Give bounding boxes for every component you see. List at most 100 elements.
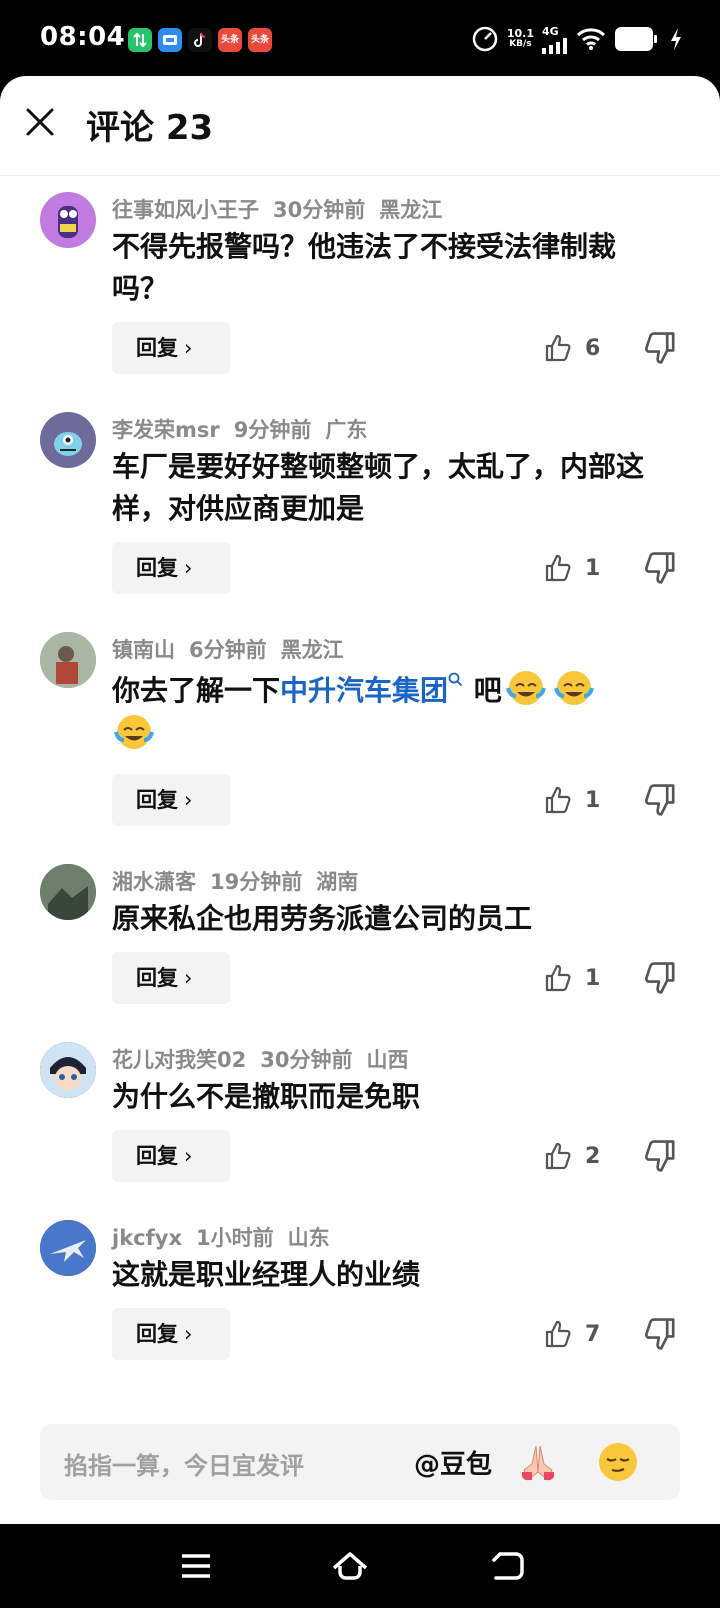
chevron-right-icon: › — [184, 336, 193, 360]
avatar[interactable] — [40, 192, 96, 248]
comment-location: 黑龙江 — [280, 638, 344, 662]
like-count: 2 — [585, 1143, 601, 1169]
thumbs-down-icon[interactable] — [642, 960, 678, 996]
like-count: 1 — [585, 787, 601, 813]
like-count: 1 — [585, 965, 601, 991]
avatar[interactable] — [40, 1220, 96, 1276]
avatar[interactable] — [40, 864, 96, 920]
avatar[interactable] — [40, 632, 96, 688]
comment-input[interactable]: 掐指一算，今日宜发评 @豆包 — [40, 1424, 680, 1500]
like-button[interactable]: 6 — [543, 322, 600, 374]
page-title: 评论 23 — [86, 108, 214, 148]
thumbs-down-icon[interactable] — [642, 1138, 678, 1174]
chevron-right-icon: › — [184, 1322, 193, 1346]
comment-text: 车厂是要好好整顿整顿了，太乱了，内部这样，对供应商更加是 — [112, 450, 645, 525]
comment-meta: 花儿对我笑02 30分钟前 山西 — [112, 1044, 422, 1074]
sheet-header: 评论 23 — [0, 76, 720, 176]
net-speed: 10.1 KB/s — [507, 28, 534, 50]
comment-location: 山东 — [287, 1226, 330, 1250]
thumbs-down-icon[interactable] — [642, 782, 678, 818]
comment-username[interactable]: jkcfyx — [112, 1226, 182, 1250]
reply-label: 回复 — [136, 1322, 178, 1346]
network-type: 4G — [542, 24, 559, 38]
back-icon[interactable] — [488, 1546, 528, 1586]
like-count: 7 — [585, 1321, 601, 1347]
comment-username[interactable]: 湘水潇客 — [112, 870, 196, 894]
comment-text: 这就是职业经理人的业绩 — [112, 1258, 421, 1291]
praying-hands-emoji-icon[interactable] — [516, 1440, 560, 1484]
comment-time: 30分钟前 — [273, 198, 366, 222]
status-indicators: 10.1 KB/s 4G — [471, 24, 682, 54]
comment-time: 1小时前 — [195, 1226, 274, 1250]
comment-username[interactable]: 花儿对我笑02 — [112, 1048, 246, 1072]
thumbs-up-icon — [545, 334, 571, 362]
thumbs-up-icon — [545, 1142, 571, 1170]
thumbs-up-icon — [545, 1320, 571, 1348]
comment-location: 山西 — [366, 1048, 409, 1072]
chevron-right-icon: › — [184, 788, 193, 812]
comment-meta: 镇南山 6分钟前 黑龙江 — [112, 634, 358, 664]
thumbs-down-icon[interactable] — [642, 550, 678, 586]
toutiao-icon: 头条 — [218, 28, 242, 52]
comment-text-after: 吧 — [464, 674, 502, 707]
reply-button[interactable]: 回复 › — [112, 1130, 230, 1182]
comment-text-before: 你去了解一下 — [112, 674, 281, 707]
like-button[interactable]: 1 — [543, 774, 600, 826]
comment-location: 湖南 — [316, 870, 359, 894]
like-button[interactable]: 1 — [543, 952, 600, 1004]
laugh-cry-emoji-icon — [553, 671, 594, 705]
comment-username[interactable]: 李发荣msr — [112, 418, 220, 442]
thumbs-up-icon — [545, 964, 571, 992]
chevron-right-icon: › — [184, 1144, 193, 1168]
laugh-cry-emoji-icon — [505, 671, 546, 705]
reply-label: 回复 — [136, 336, 178, 360]
comment-text: 原来私企也用劳务派遣公司的员工 — [112, 902, 533, 935]
menu-icon[interactable] — [176, 1546, 216, 1586]
thumbs-down-icon[interactable] — [642, 1316, 678, 1352]
comment-username[interactable]: 镇南山 — [112, 638, 175, 662]
comment-time: 30分钟前 — [260, 1048, 353, 1072]
like-count: 6 — [585, 335, 601, 361]
reply-button[interactable]: 回复 › — [112, 322, 230, 374]
reply-button[interactable]: 回复 › — [112, 1308, 230, 1360]
battery-icon — [615, 27, 657, 51]
comment-time: 6分钟前 — [189, 638, 267, 662]
signal-bars-icon — [542, 37, 567, 54]
toutiao-icon: 头条 — [248, 28, 272, 52]
reply-label: 回复 — [136, 1144, 178, 1168]
reply-label: 回复 — [136, 966, 178, 990]
reply-button[interactable]: 回复 › — [112, 952, 230, 1004]
notification-icons: 头条 头条 — [128, 28, 272, 52]
comment-username[interactable]: 往事如风小王子 — [112, 198, 259, 222]
like-count: 1 — [585, 555, 601, 581]
status-bar: 08:04 头条 头条 10.1 KB/s 4G — [0, 0, 720, 76]
like-button[interactable]: 2 — [543, 1130, 600, 1182]
close-icon[interactable] — [20, 102, 60, 142]
net-speed-value: 10.1 — [506, 27, 534, 40]
tiktok-icon — [188, 28, 212, 52]
comment-location: 广东 — [325, 418, 368, 442]
thumbs-up-icon — [545, 554, 571, 582]
like-button[interactable]: 1 — [543, 542, 600, 594]
thumbs-down-icon[interactable] — [642, 330, 678, 366]
comment-meta: 李发荣msr 9分钟前 广东 — [112, 414, 381, 444]
comment-text: 你去了解一下中升汽车集团 吧 — [112, 668, 667, 756]
system-nav-bar — [0, 1524, 720, 1608]
avatar[interactable] — [40, 412, 96, 468]
comment-location: 黑龙江 — [379, 198, 443, 222]
comment-meta: 湘水潇客 19分钟前 湖南 — [112, 866, 372, 896]
avatar[interactable] — [40, 1042, 96, 1098]
reply-button[interactable]: 回复 › — [112, 542, 230, 594]
search-icon — [448, 672, 463, 687]
smirk-emoji-icon[interactable] — [596, 1440, 640, 1484]
search-link[interactable]: 中升汽车集团 — [280, 672, 464, 707]
reply-button[interactable]: 回复 › — [112, 774, 230, 826]
blue-app-icon — [158, 28, 182, 52]
home-icon[interactable] — [330, 1546, 370, 1586]
thumbs-up-icon — [545, 786, 571, 814]
mention-button[interactable]: @豆包 — [414, 1444, 492, 1481]
like-button[interactable]: 7 — [543, 1308, 600, 1360]
chevron-right-icon: › — [184, 556, 193, 580]
comment-text: 为什么不是撤职而是免职 — [112, 1080, 421, 1113]
cell-signal: 4G — [542, 25, 568, 54]
